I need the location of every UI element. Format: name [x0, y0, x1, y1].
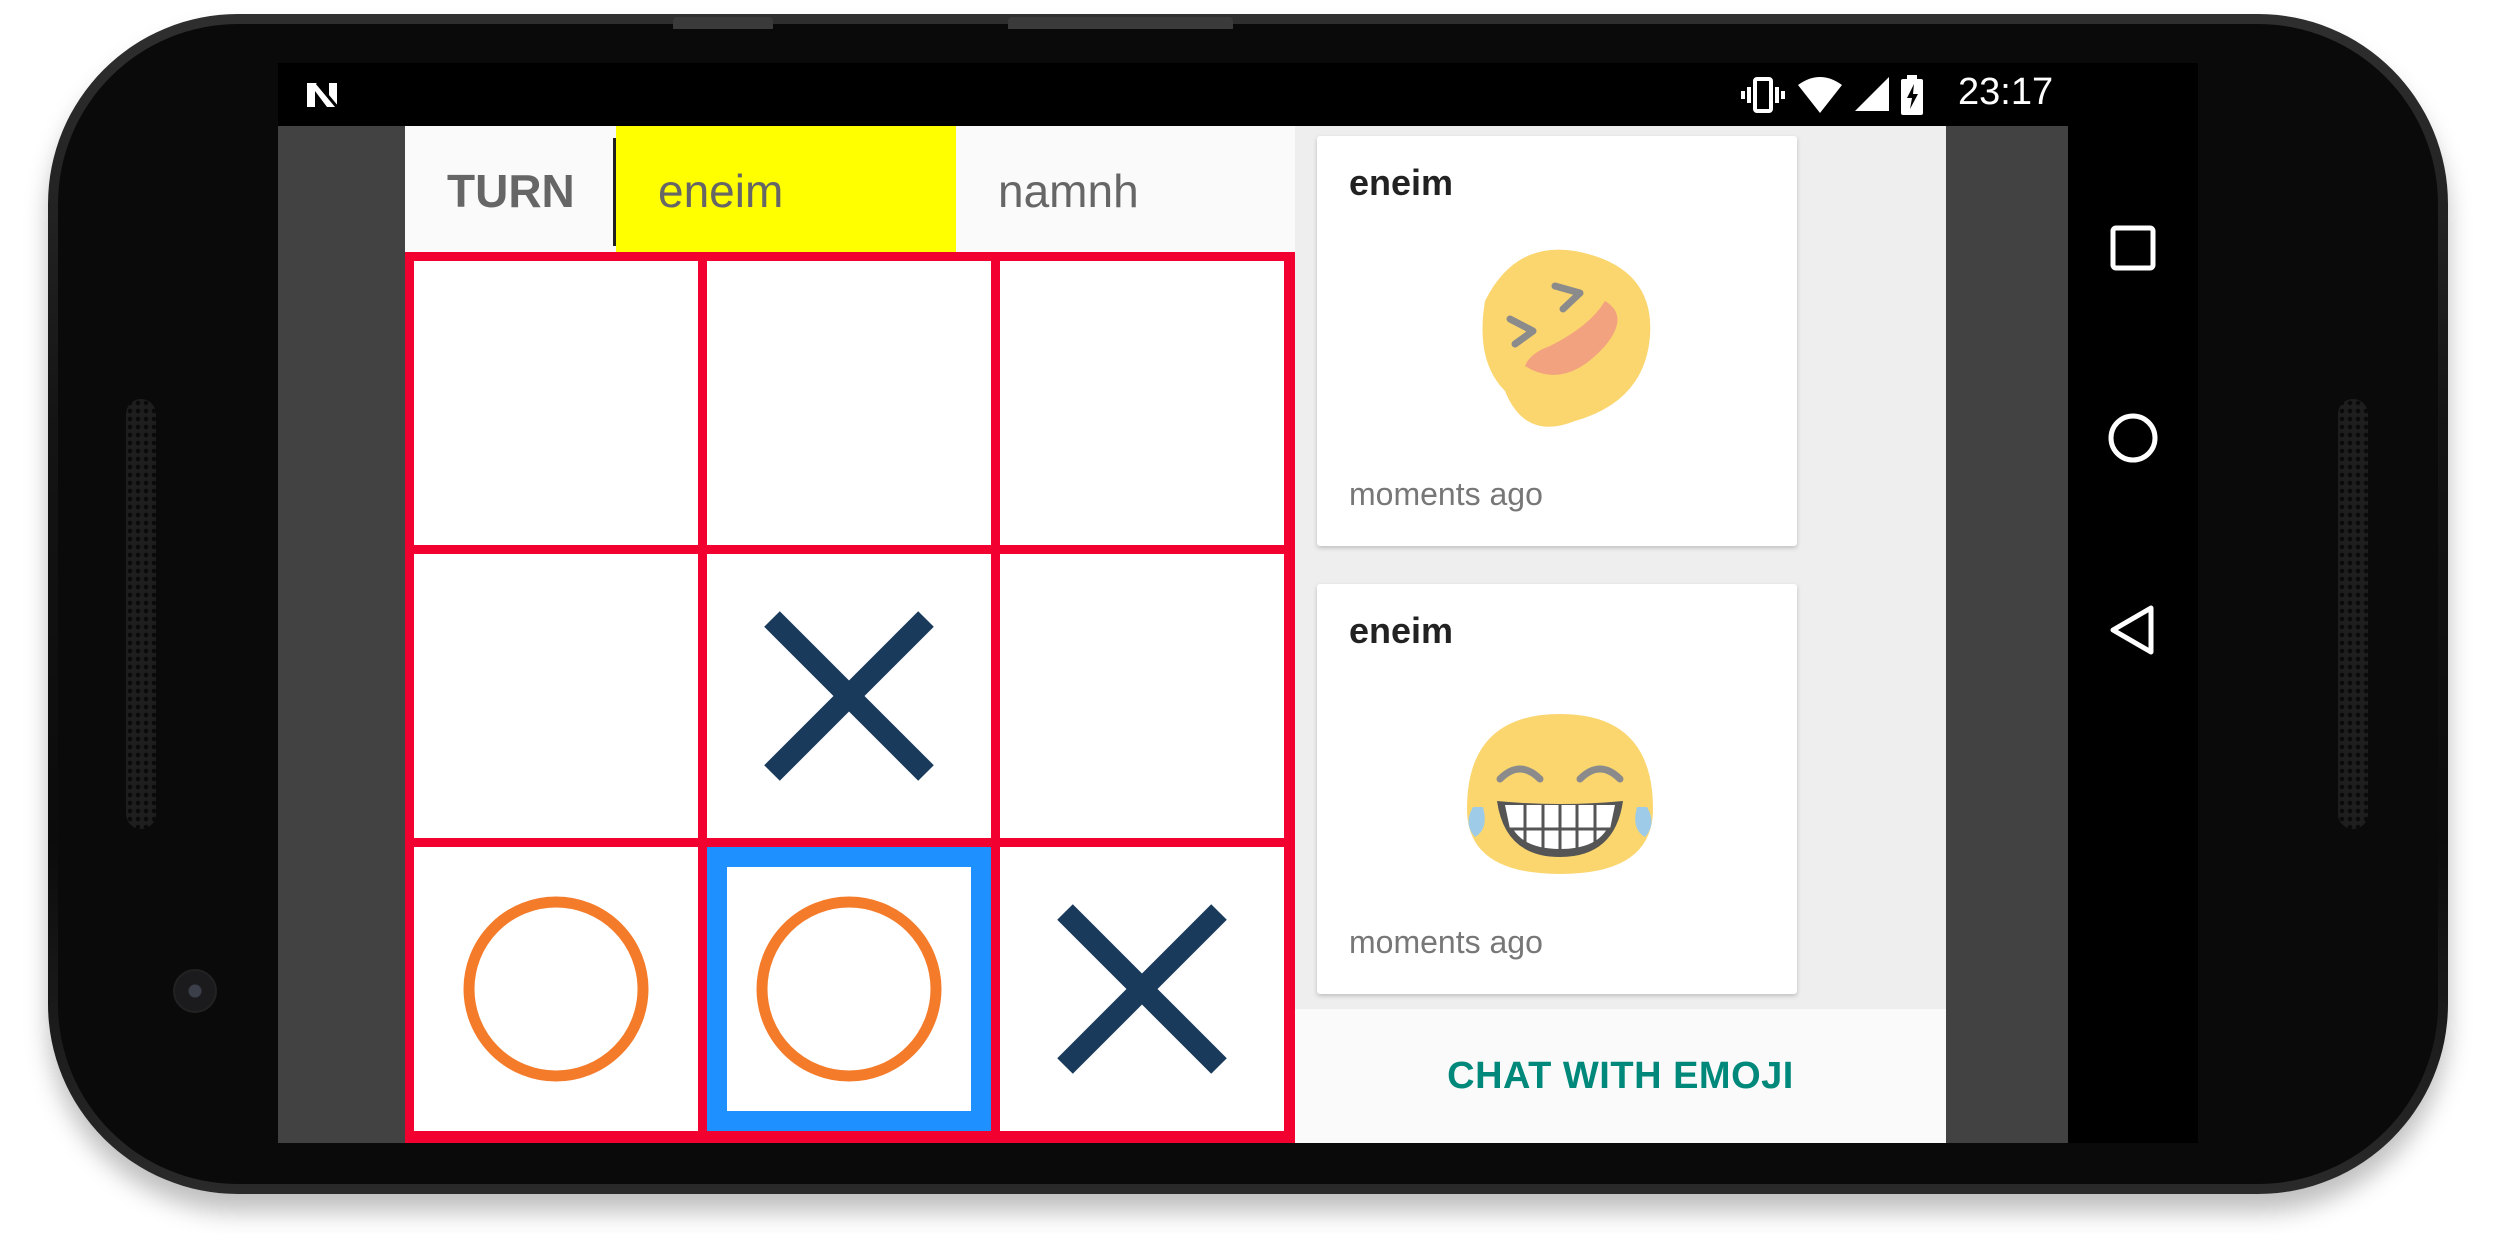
board-cell-1-2[interactable]	[1000, 554, 1284, 838]
message-time: moments ago	[1349, 476, 1543, 512]
board-cell-1-1[interactable]	[707, 554, 991, 838]
home-circle-icon[interactable]	[2103, 408, 2163, 468]
right-speaker-grill	[2338, 399, 2368, 829]
navigation-bar	[2068, 126, 2198, 1143]
message-time: moments ago	[1349, 924, 1543, 960]
o-mark-icon	[463, 896, 649, 1082]
app-area: TURN eneim namnh eneim moments ago eneim…	[278, 126, 2068, 1143]
chat-with-emoji-button[interactable]: CHAT WITH EMOJI	[1295, 1009, 1946, 1143]
chat-panel: eneim moments ago eneim moments ago CHAT…	[1295, 126, 1946, 1143]
x-mark-icon	[1057, 904, 1227, 1074]
game-board	[405, 252, 1295, 1143]
battery-charging-icon	[1901, 75, 1923, 115]
board-cell-0-2[interactable]	[1000, 261, 1284, 545]
status-bar: 23:17	[278, 63, 2198, 126]
board-cell-0-1[interactable]	[707, 261, 991, 545]
phone-screen: 23:17 TURN eneim namnh eneim moments ago…	[278, 63, 2198, 1143]
turn-label: TURN	[447, 165, 575, 217]
laughing-squint-icon	[1482, 249, 1651, 427]
board-cell-2-2[interactable]	[1000, 847, 1284, 1131]
active-player-tab: eneim	[616, 126, 956, 252]
message-sender: eneim	[1349, 610, 1454, 651]
o-mark-icon	[756, 896, 942, 1082]
back-triangle-icon[interactable]	[2103, 600, 2163, 660]
power-button	[673, 17, 773, 29]
x-mark-icon	[764, 611, 934, 781]
grinning-tears-icon	[1467, 714, 1653, 874]
chat-button-label: CHAT WITH EMOJI	[1447, 1055, 1794, 1097]
recents-square-icon[interactable]	[2103, 218, 2163, 278]
n-logo-icon	[307, 82, 339, 108]
game-panel: TURN eneim namnh	[405, 126, 1295, 1143]
other-player-tab: namnh	[956, 126, 1295, 252]
other-player-name: namnh	[998, 165, 1139, 217]
front-camera	[173, 969, 217, 1013]
wifi-icon	[1798, 77, 1842, 113]
turn-bar: TURN eneim namnh	[405, 126, 1295, 252]
left-speaker-grill	[126, 399, 156, 829]
clock: 23:17	[1958, 71, 2054, 113]
board-cell-0-0[interactable]	[414, 261, 698, 545]
vibrate-icon	[1741, 77, 1785, 113]
signal-icon	[1855, 77, 1889, 111]
chat-message-card: eneim moments ago	[1317, 584, 1797, 994]
board-cell-2-0[interactable]	[414, 847, 698, 1131]
board-cell-2-1[interactable]	[707, 847, 991, 1131]
message-sender: eneim	[1349, 162, 1454, 203]
chat-message-card: eneim moments ago	[1317, 136, 1797, 546]
active-player-name: eneim	[658, 165, 784, 217]
volume-button	[1008, 17, 1233, 29]
board-cell-1-0[interactable]	[414, 554, 698, 838]
